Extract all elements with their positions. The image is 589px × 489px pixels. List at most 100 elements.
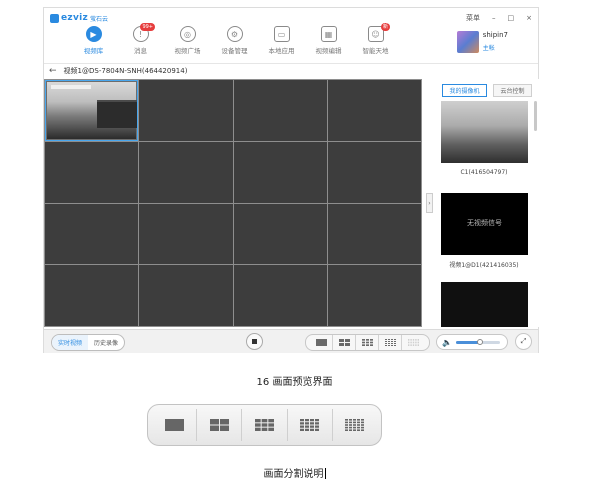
nav-video-editing[interactable]: ▦ 视频编辑 <box>305 26 352 60</box>
split-4-icon <box>209 419 229 431</box>
volume-slider[interactable] <box>455 338 500 345</box>
history-playback-button[interactable]: 历史录像 <box>88 335 124 350</box>
split-1-button[interactable] <box>310 335 333 350</box>
video-cell[interactable] <box>139 203 233 265</box>
nav-local-apps[interactable]: ▭ 本地应用 <box>258 26 305 60</box>
message-badge: 99+ <box>140 23 155 31</box>
live-view-button[interactable]: 实时视频 <box>52 335 89 350</box>
split-1-icon <box>164 419 184 431</box>
split-16-button[interactable] <box>288 409 333 441</box>
nav-label: 消息 <box>134 47 147 55</box>
video-cell[interactable] <box>233 141 327 203</box>
split-1-icon <box>315 339 327 346</box>
side-tabs: 我的摄像机 云台控制 <box>435 79 539 97</box>
camera-side-panel: 我的摄像机 云台控制 C1(416504797) 无视频信号 视频1@D1(42… <box>435 79 539 327</box>
video-cell-active[interactable] <box>45 80 139 141</box>
collapse-panel-chevron-icon[interactable]: › <box>426 193 433 213</box>
volume-control: 🔈 <box>436 334 508 350</box>
user-info[interactable]: shipin7 主帐 <box>456 31 508 53</box>
nav-smart-world[interactable]: ☺ 新 智能天地 <box>352 23 399 60</box>
mode-switch: 实时视频 历史录像 <box>51 334 126 351</box>
split-4-button[interactable] <box>333 335 356 350</box>
split-9-icon <box>361 339 373 346</box>
camera-caption: 视频1@D1(421416035) <box>449 262 519 269</box>
nav-device-management[interactable]: ⚙ 设备管理 <box>211 26 258 60</box>
camera-caption: C1(416504797) <box>460 169 508 176</box>
split-25-icon <box>345 419 365 431</box>
tab-ptz-control[interactable]: 云台控制 <box>493 84 532 97</box>
split-4-icon <box>338 339 350 346</box>
video-cell[interactable] <box>327 80 421 141</box>
side-scrollbar[interactable] <box>534 101 537 131</box>
split-mode-illustration <box>147 404 382 446</box>
split-caption: 画面分割说明 <box>0 465 589 480</box>
split-16-button[interactable] <box>379 335 402 350</box>
text-cursor <box>324 468 326 479</box>
window-controls: 菜单 – □ × <box>466 13 532 23</box>
camera-thumbnail[interactable]: 无视频信号 <box>441 193 528 255</box>
tab-my-cameras[interactable]: 我的摄像机 <box>442 84 487 97</box>
video-cell[interactable] <box>139 80 233 141</box>
user-role: 主帐 <box>482 45 495 52</box>
video-cell[interactable] <box>327 141 421 203</box>
back-arrow-icon[interactable]: ← <box>49 66 57 76</box>
camera-feed <box>47 82 138 139</box>
logo-subtitle: 萤石云 <box>90 15 109 23</box>
film-icon: ▦ <box>320 26 337 42</box>
split-9-icon <box>255 419 274 431</box>
split-9-button[interactable] <box>242 409 288 441</box>
nav-video-square[interactable]: ◎ 视频广场 <box>164 26 211 60</box>
split-25-button[interactable] <box>333 409 377 441</box>
new-badge: 新 <box>380 23 390 31</box>
video-grid-16 <box>44 79 422 327</box>
split-16-icon <box>300 419 320 431</box>
camera-thumbnail[interactable] <box>441 101 528 163</box>
gear-icon: ⚙ <box>226 26 243 42</box>
video-cell[interactable] <box>45 265 139 326</box>
nav-label: 智能天地 <box>362 47 389 55</box>
video-cell[interactable] <box>139 265 233 326</box>
logo-icon <box>50 13 59 23</box>
video-cell[interactable] <box>327 203 421 265</box>
minimize-button[interactable]: – <box>492 14 496 22</box>
video-cell[interactable] <box>233 203 327 265</box>
split-9-button[interactable] <box>356 335 379 350</box>
split-16-icon <box>384 339 396 346</box>
video-cell[interactable] <box>139 141 233 203</box>
split-25-icon <box>408 339 419 346</box>
volume-knob[interactable] <box>477 338 484 345</box>
device-title: 视频1@DS-7804N-SNH(464420914) <box>63 67 188 75</box>
stop-icon <box>252 339 257 344</box>
video-cell[interactable] <box>327 265 421 326</box>
monitor-icon: ▭ <box>273 26 290 42</box>
avatar[interactable] <box>456 31 479 53</box>
user-name: shipin7 <box>482 31 508 39</box>
top-bar: ezviz 萤石云 菜单 – □ × ▶ 视频库 ! 99+ 消息 ◎ 视频广场 <box>44 8 538 60</box>
video-cell[interactable] <box>233 265 327 326</box>
split-4-button[interactable] <box>197 409 243 441</box>
maximize-button[interactable]: □ <box>508 14 515 22</box>
stop-all-button[interactable] <box>246 333 263 350</box>
nav-messages[interactable]: ! 99+ 消息 <box>117 23 164 60</box>
nav-label: 本地应用 <box>268 47 295 55</box>
split-caption-text: 画面分割说明 <box>263 469 324 480</box>
video-cell[interactable] <box>45 203 139 265</box>
logo-text: ezviz <box>61 13 89 23</box>
speaker-icon[interactable]: 🔈 <box>442 338 452 347</box>
ezviz-client-window: ezviz 萤石云 菜单 – □ × ▶ 视频库 ! 99+ 消息 ◎ 视频广场 <box>43 7 539 353</box>
split-25-button[interactable] <box>402 335 425 350</box>
fullscreen-icon[interactable]: ⤢ <box>515 333 532 350</box>
split-1-button[interactable] <box>152 409 198 441</box>
nav-label: 视频库 <box>83 47 104 55</box>
bottom-toolbar: 实时视频 历史录像 🔈 ⤢ <box>44 329 538 353</box>
play-icon: ▶ <box>85 26 102 42</box>
close-button[interactable]: × <box>526 14 532 22</box>
camera-thumbnail[interactable] <box>441 282 528 327</box>
reel-icon: ◎ <box>179 26 196 42</box>
nav-label: 视频编辑 <box>315 47 342 55</box>
video-cell[interactable] <box>233 80 327 141</box>
nav-label: 视频广场 <box>174 47 201 55</box>
menu-button[interactable]: 菜单 <box>466 13 480 23</box>
nav-video-library[interactable]: ▶ 视频库 <box>70 26 117 60</box>
video-cell[interactable] <box>45 141 139 203</box>
